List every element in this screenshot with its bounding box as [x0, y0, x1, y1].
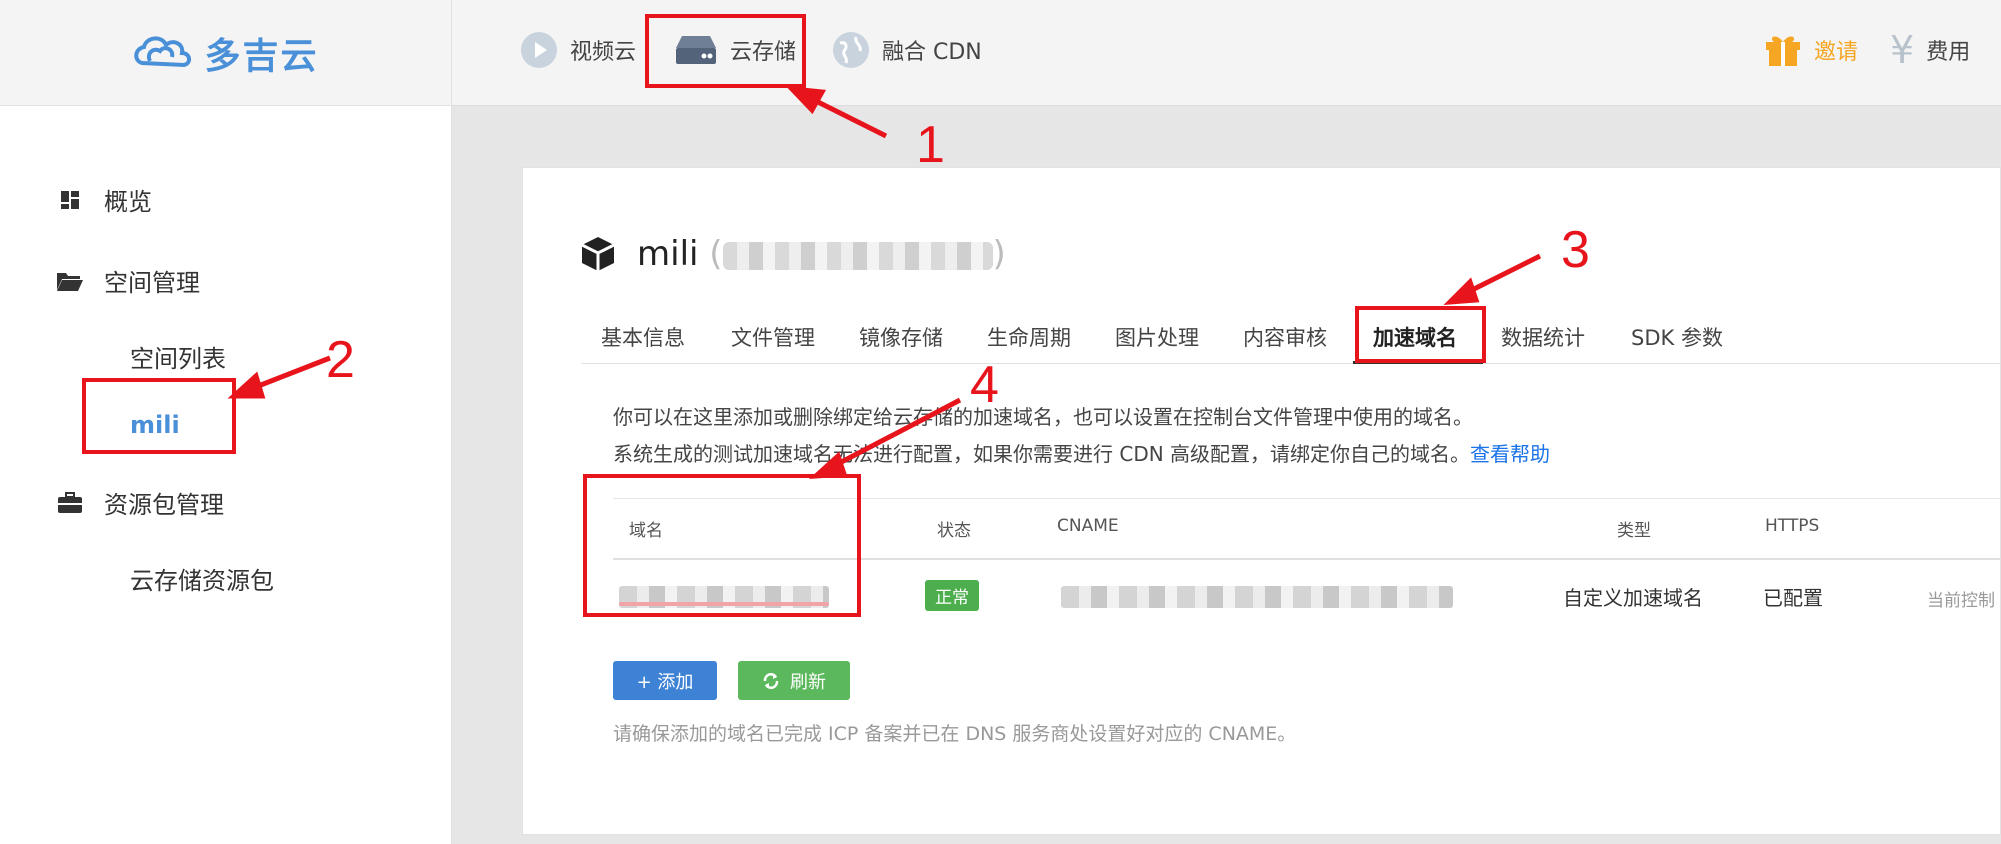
annotation-number-4: 4 — [970, 356, 999, 414]
refresh-label: 刷新 — [790, 671, 826, 693]
topnav-label: 视频云 — [570, 40, 637, 65]
sidebar-item-space-list[interactable]: 空间列表 — [130, 339, 226, 374]
annotation-box-1 — [645, 14, 806, 88]
tab-content-review[interactable]: 内容审核 — [1243, 322, 1327, 352]
topnav-invite[interactable]: 邀请 — [1764, 28, 1858, 72]
bucket-title: mili () — [579, 234, 1006, 274]
topnav-label: 融合 CDN — [882, 40, 982, 65]
gift-icon — [1766, 36, 1800, 66]
annotation-number-1: 1 — [916, 116, 945, 174]
annotation-box-4 — [583, 474, 861, 617]
briefcase-icon — [56, 489, 84, 517]
sidebar-item-overview[interactable]: 概览 — [56, 182, 152, 217]
yen-icon: ¥ — [1890, 28, 1915, 72]
https-status: 已配置 — [1763, 586, 1823, 610]
invite-label: 邀请 — [1814, 40, 1859, 65]
th-https: HTTPS — [1765, 516, 1820, 536]
th-status: 状态 — [937, 521, 971, 541]
cube-icon — [581, 237, 615, 271]
status-badge: 正常 — [925, 580, 979, 611]
play-circle-icon — [521, 32, 557, 68]
sidebar-item-space-management[interactable]: 空间管理 — [56, 263, 200, 298]
brand-name: 多吉云 — [204, 35, 319, 77]
tab-mirror-storage[interactable]: 镜像存储 — [859, 322, 943, 352]
tab-file-management[interactable]: 文件管理 — [731, 322, 815, 352]
icp-note: 请确保添加的域名已完成 ICP 备案并已在 DNS 服务商处设置好对应的 CNA… — [613, 723, 1297, 745]
fee-label: 费用 — [1926, 40, 1971, 65]
current-console-text[interactable]: 当前控制 — [1927, 586, 1995, 611]
topnav-video-cloud[interactable]: 视频云 — [520, 28, 636, 72]
bucket-id-redacted — [722, 241, 993, 270]
annotation-box-2 — [82, 378, 236, 454]
cloud-logo-icon — [134, 36, 192, 67]
sidebar-item-label: 空间管理 — [104, 269, 200, 297]
refresh-icon — [763, 672, 779, 689]
add-domain-button[interactable]: + 添加 — [613, 661, 717, 700]
tab-sdk-params[interactable]: SDK 参数 — [1631, 322, 1723, 352]
folder-open-icon — [56, 267, 84, 295]
th-cname: CNAME — [1057, 516, 1119, 536]
globe-icon — [833, 32, 869, 68]
annotation-number-3: 3 — [1561, 221, 1590, 279]
tab-basic-info[interactable]: 基本信息 — [601, 322, 685, 352]
annotation-number-2: 2 — [326, 331, 355, 389]
domain-type: 自定义加速域名 — [1563, 586, 1703, 610]
sidebar-item-storage-packages[interactable]: 云存储资源包 — [130, 561, 274, 596]
tab-image-processing[interactable]: 图片处理 — [1115, 322, 1199, 352]
bucket-tabs: 基本信息 文件管理 镜像存储 生命周期 图片处理 内容审核 加速域名 数据统计 … — [581, 308, 2000, 364]
help-link[interactable]: 查看帮助 — [1470, 442, 1550, 466]
topnav-fees[interactable]: ¥ 费用 — [1890, 28, 1970, 72]
dashboard-icon — [56, 186, 84, 214]
topnav-cdn[interactable]: 融合 CDN — [832, 28, 982, 72]
tab-lifecycle[interactable]: 生命周期 — [987, 322, 1071, 352]
logo[interactable]: 多吉云 — [0, 0, 451, 106]
cname-redacted — [1061, 586, 1453, 608]
refresh-button[interactable]: 刷新 — [738, 661, 850, 700]
sidebar-item-label: 资源包管理 — [104, 491, 224, 519]
info-line-1: 你可以在这里添加或删除绑定给云存储的加速域名，也可以设置在控制台文件管理中使用的… — [613, 405, 1473, 429]
tab-statistics[interactable]: 数据统计 — [1501, 322, 1585, 352]
sidebar-item-resource-packages[interactable]: 资源包管理 — [56, 485, 224, 520]
bucket-name: mili — [637, 234, 699, 274]
th-type: 类型 — [1617, 521, 1651, 541]
paren-close: ) — [992, 234, 1006, 274]
sidebar-item-label: 概览 — [104, 188, 152, 216]
info-line-2: 系统生成的测试加速域名无法进行配置，如果你需要进行 CDN 高级配置，请绑定你自… — [613, 438, 1550, 467]
info-text: 系统生成的测试加速域名无法进行配置，如果你需要进行 CDN 高级配置，请绑定你自… — [613, 442, 1471, 466]
paren-open: ( — [709, 234, 723, 274]
annotation-box-3 — [1355, 306, 1486, 363]
